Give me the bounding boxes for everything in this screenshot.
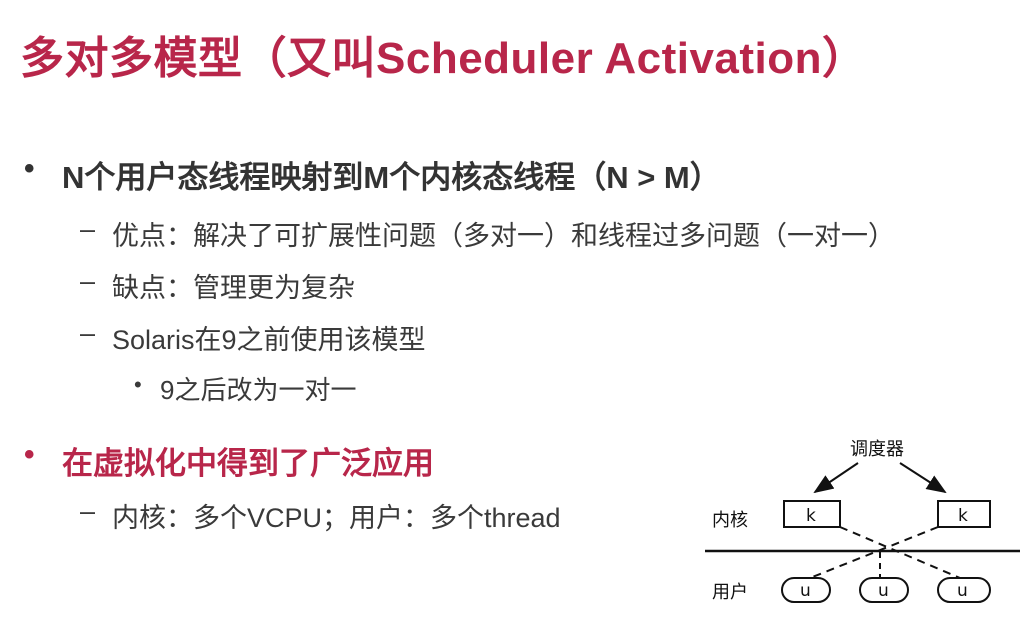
bullet-1-sub-2: 缺点：管理更为复杂 bbox=[112, 273, 355, 303]
arrow-to-right-kernel bbox=[899, 462, 947, 494]
bullet-1-sub-3-subsub: 9之后改为一对一 bbox=[160, 375, 357, 405]
bullet-marker: • bbox=[24, 438, 35, 471]
dash-marker: – bbox=[80, 318, 96, 348]
bullet-1-sub-3: Solaris在9之前使用该模型 bbox=[112, 325, 426, 355]
bullet-2-sub-1: 内核：多个VCPU；用户：多个thread bbox=[112, 503, 561, 533]
kernel-box-label: k bbox=[806, 506, 816, 526]
bullet-2-text: 在虚拟化中得到了广泛应用 bbox=[62, 446, 434, 481]
arrow-to-left-kernel bbox=[813, 462, 859, 494]
user-box-label: u bbox=[957, 581, 968, 601]
scheduler-label: 调度器 bbox=[850, 439, 904, 460]
kernel-box-label: k bbox=[958, 506, 968, 526]
user-box-label: u bbox=[800, 581, 811, 601]
user-box-label: u bbox=[878, 581, 889, 601]
mapping-line bbox=[804, 526, 939, 581]
dash-marker: – bbox=[80, 214, 96, 244]
scheduler-diagram: 调度器 内核 k k 用户 u u u bbox=[705, 439, 1020, 603]
bullet-1-text: N个用户态线程映射到M个内核态线程（N > M） bbox=[62, 160, 721, 195]
kernel-label: 内核 bbox=[712, 510, 748, 531]
small-bullet-marker: • bbox=[134, 372, 142, 397]
bullet-1-sub-1: 优点：解决了可扩展性问题（多对一）和线程过多问题（一对一） bbox=[112, 221, 895, 251]
user-label: 用户 bbox=[712, 582, 748, 603]
slide-title: 多对多模型（又叫Scheduler Activation） bbox=[20, 34, 867, 83]
bullet-marker: • bbox=[24, 152, 35, 185]
dash-marker: – bbox=[80, 496, 96, 526]
mapping-line bbox=[839, 526, 961, 579]
dash-marker: – bbox=[80, 266, 96, 296]
